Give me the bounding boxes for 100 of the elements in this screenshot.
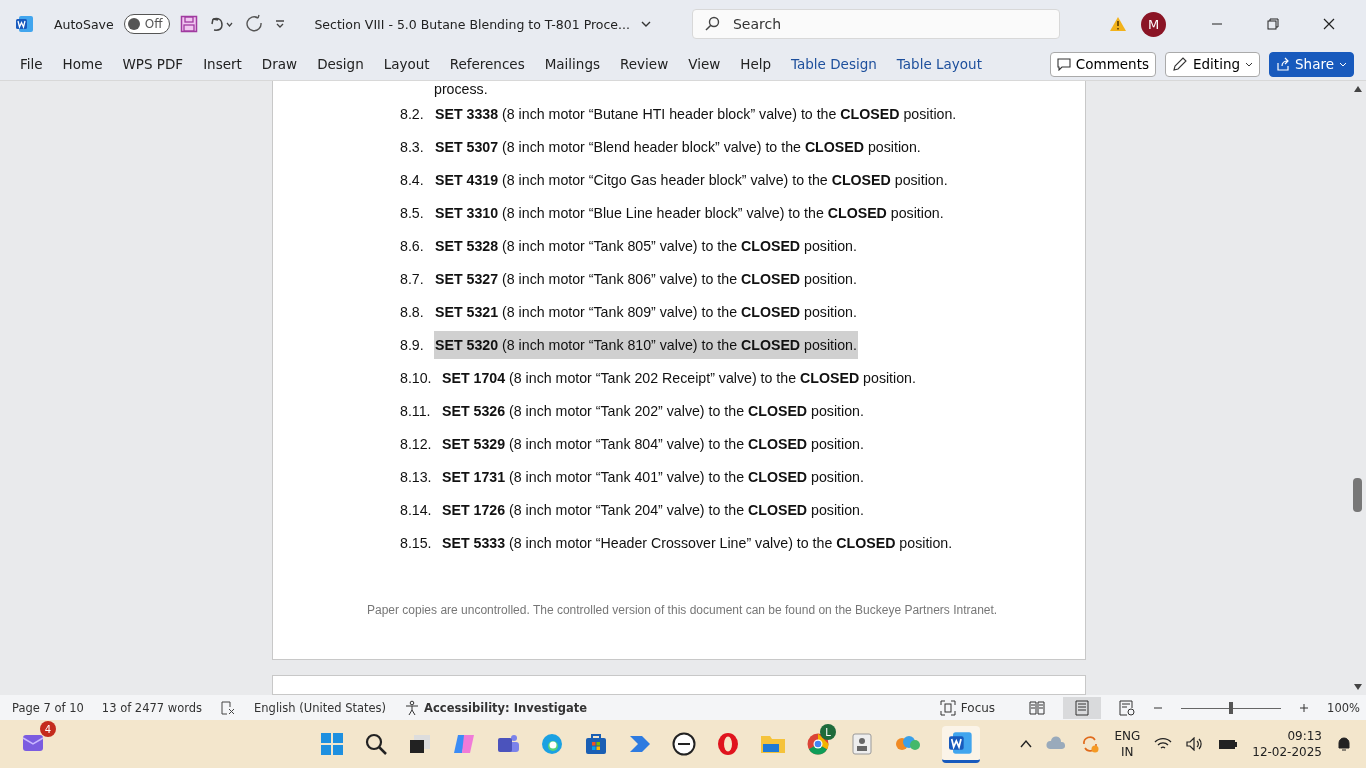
step-number: 8.6. xyxy=(400,237,425,254)
step-text: SET 5321 (8 inch motor “Tank 809” valve) to the CLOSED position. xyxy=(434,302,858,322)
warning-icon[interactable] xyxy=(1109,16,1127,32)
save-icon[interactable] xyxy=(180,15,199,33)
ribbon-tab[interactable]: Table Design xyxy=(781,56,887,72)
battery-icon[interactable] xyxy=(1218,738,1239,750)
step-number: 8.12. xyxy=(400,435,433,452)
print-layout-button[interactable] xyxy=(1063,696,1102,719)
notification-badge: 4 xyxy=(40,721,56,737)
page-count[interactable]: Page 7 of 10 xyxy=(12,700,84,715)
input-language[interactable]: ENG IN xyxy=(1114,728,1141,760)
id-card-app-icon[interactable] xyxy=(850,732,874,756)
start-icon[interactable] xyxy=(320,732,344,756)
word-taskbar-button[interactable] xyxy=(942,725,980,763)
avatar[interactable]: M xyxy=(1141,11,1166,37)
step-text: SET 5329 (8 inch motor “Tank 804” valve) to the CLOSED position. xyxy=(441,434,865,454)
step-number: 8.13. xyxy=(400,468,433,485)
step-text: SET 3310 (8 inch motor “Blue Line header block” valve) to the CLOSED position. xyxy=(434,203,945,223)
scroll-thumb[interactable] xyxy=(1353,478,1362,512)
autosave-label: AutoSave xyxy=(54,16,114,32)
ribbon-tab[interactable]: View xyxy=(678,56,731,72)
ribbon-tab[interactable]: File xyxy=(10,56,53,72)
step-number: 8.9. xyxy=(400,336,425,353)
ribbon-tab[interactable]: Home xyxy=(52,56,113,72)
share-icon xyxy=(1276,57,1291,71)
step-text: SET 5307 (8 inch motor “Blend header block” valve) to the CLOSED position. xyxy=(434,137,922,157)
focus-icon xyxy=(939,699,956,716)
step-text: SET 4319 (8 inch motor “Citgo Gas header block” valve) to the CLOSED position. xyxy=(434,170,949,190)
autosave-toggle[interactable]: Off xyxy=(123,14,171,34)
restore-icon[interactable] xyxy=(1267,18,1279,30)
notification-bell-icon[interactable] xyxy=(1336,736,1352,752)
language-status[interactable]: English (United States) xyxy=(254,700,387,715)
pencil-icon xyxy=(1172,56,1188,72)
search-icon[interactable] xyxy=(364,732,388,756)
customize-icon[interactable] xyxy=(274,18,287,30)
page-footer: Paper copies are uncontrolled. The controlled version of this document can be found on the Buckeye Partners Intranet. xyxy=(367,603,1085,617)
step-text: SET 3338 (8 inch motor “Butane HTI header block” valve) to the CLOSED position. xyxy=(434,104,958,124)
chevron-up-icon[interactable] xyxy=(1020,739,1033,749)
step-number: 8.11. xyxy=(400,402,432,419)
ribbon-tab[interactable]: Help xyxy=(730,56,781,72)
undo-icon[interactable] xyxy=(208,15,235,33)
task-view-icon[interactable] xyxy=(408,732,432,756)
document-title[interactable]: Section VIII - 5.0 Butane Blending to T-801 Proce... xyxy=(314,16,630,32)
sync-icon[interactable] xyxy=(1080,734,1101,754)
focus-button[interactable]: Focus xyxy=(933,698,1002,717)
wifi-icon[interactable] xyxy=(1154,737,1173,751)
caret-icon xyxy=(1245,60,1254,68)
step-text: SET 5333 (8 inch motor “Header Crossover Line” valve) to the CLOSED position. xyxy=(441,533,954,553)
editing-button[interactable]: Editing xyxy=(1165,51,1261,77)
ribbon-tab[interactable]: WPS PDF xyxy=(112,56,194,72)
step-number: 8.4. xyxy=(400,171,425,188)
profile-badge: L xyxy=(820,724,836,740)
step-number: 8.3. xyxy=(400,138,425,155)
web-layout-icon[interactable] xyxy=(1119,699,1136,716)
volume-icon[interactable] xyxy=(1186,737,1205,751)
step-number: 8.15. xyxy=(400,534,433,551)
ribbon-tab[interactable]: Draw xyxy=(251,56,308,72)
zoom-in-icon[interactable] xyxy=(1299,702,1310,713)
step-text: SET 5328 (8 inch motor “Tank 805” valve) to the CLOSED position. xyxy=(434,236,858,256)
ribbon-tab[interactable]: Table Layout xyxy=(886,56,992,72)
store-icon[interactable] xyxy=(584,732,608,756)
share-button[interactable]: Share xyxy=(1269,51,1354,77)
word-logo-icon xyxy=(949,730,973,755)
scroll-up-icon[interactable] xyxy=(1353,85,1363,93)
step-text: SET 1704 (8 inch motor “Tank 202 Receipt” valve) to the CLOSED position. xyxy=(441,368,917,388)
step-text: SET 5327 (8 inch motor “Tank 806” valve) to the CLOSED position. xyxy=(434,269,858,289)
ribbon-tab[interactable]: Review xyxy=(610,56,679,72)
step-text: SET 5320 (8 inch motor “Tank 810” valve) to the CLOSED position. xyxy=(434,330,858,359)
ribbon-tab[interactable]: Insert xyxy=(193,56,252,72)
comment-icon xyxy=(1056,57,1071,71)
clock[interactable]: 09:13 12-02-2025 xyxy=(1252,728,1322,760)
ribbon-tab[interactable]: References xyxy=(439,56,535,72)
step-number: 8.14. xyxy=(400,501,433,518)
step-number: 8.8. xyxy=(400,303,425,320)
comments-button[interactable]: Comments xyxy=(1049,51,1156,77)
ribbon-tab[interactable]: Mailings xyxy=(534,56,610,72)
scroll-down-icon[interactable] xyxy=(1353,683,1363,691)
zoom-level[interactable]: 100% xyxy=(1327,700,1360,715)
ribbon-tab[interactable]: Design xyxy=(307,56,374,72)
step-text: SET 1731 (8 inch motor “Tank 401” valve) to the CLOSED position. xyxy=(441,467,865,487)
search-field[interactable]: Search xyxy=(692,9,1060,39)
search-icon xyxy=(704,16,720,32)
step-number: 8.5. xyxy=(400,204,425,221)
accessibility-icon xyxy=(404,699,421,716)
word-logo-icon xyxy=(16,15,34,33)
step-number: 8.10. xyxy=(400,369,433,386)
redo-icon[interactable] xyxy=(244,14,265,34)
paragraph-text: process. xyxy=(434,81,489,97)
read-mode-icon[interactable] xyxy=(1029,700,1046,715)
ribbon-tab[interactable]: Layout xyxy=(373,56,440,72)
proofing-icon[interactable] xyxy=(220,699,237,716)
page-icon xyxy=(1075,699,1090,716)
step-text: SET 1726 (8 inch motor “Tank 204” valve) to the CLOSED position. xyxy=(441,500,865,520)
accessibility-status[interactable]: Accessibility: Investigate xyxy=(404,699,588,716)
step-number: 8.2. xyxy=(400,105,425,122)
caret-icon xyxy=(1339,60,1347,68)
word-count[interactable]: 13 of 2477 words xyxy=(101,700,203,715)
step-text: SET 5326 (8 inch motor “Tank 202” valve) to the CLOSED position. xyxy=(441,401,865,421)
step-number: 8.7. xyxy=(400,270,425,287)
close-icon[interactable] xyxy=(1323,18,1335,30)
